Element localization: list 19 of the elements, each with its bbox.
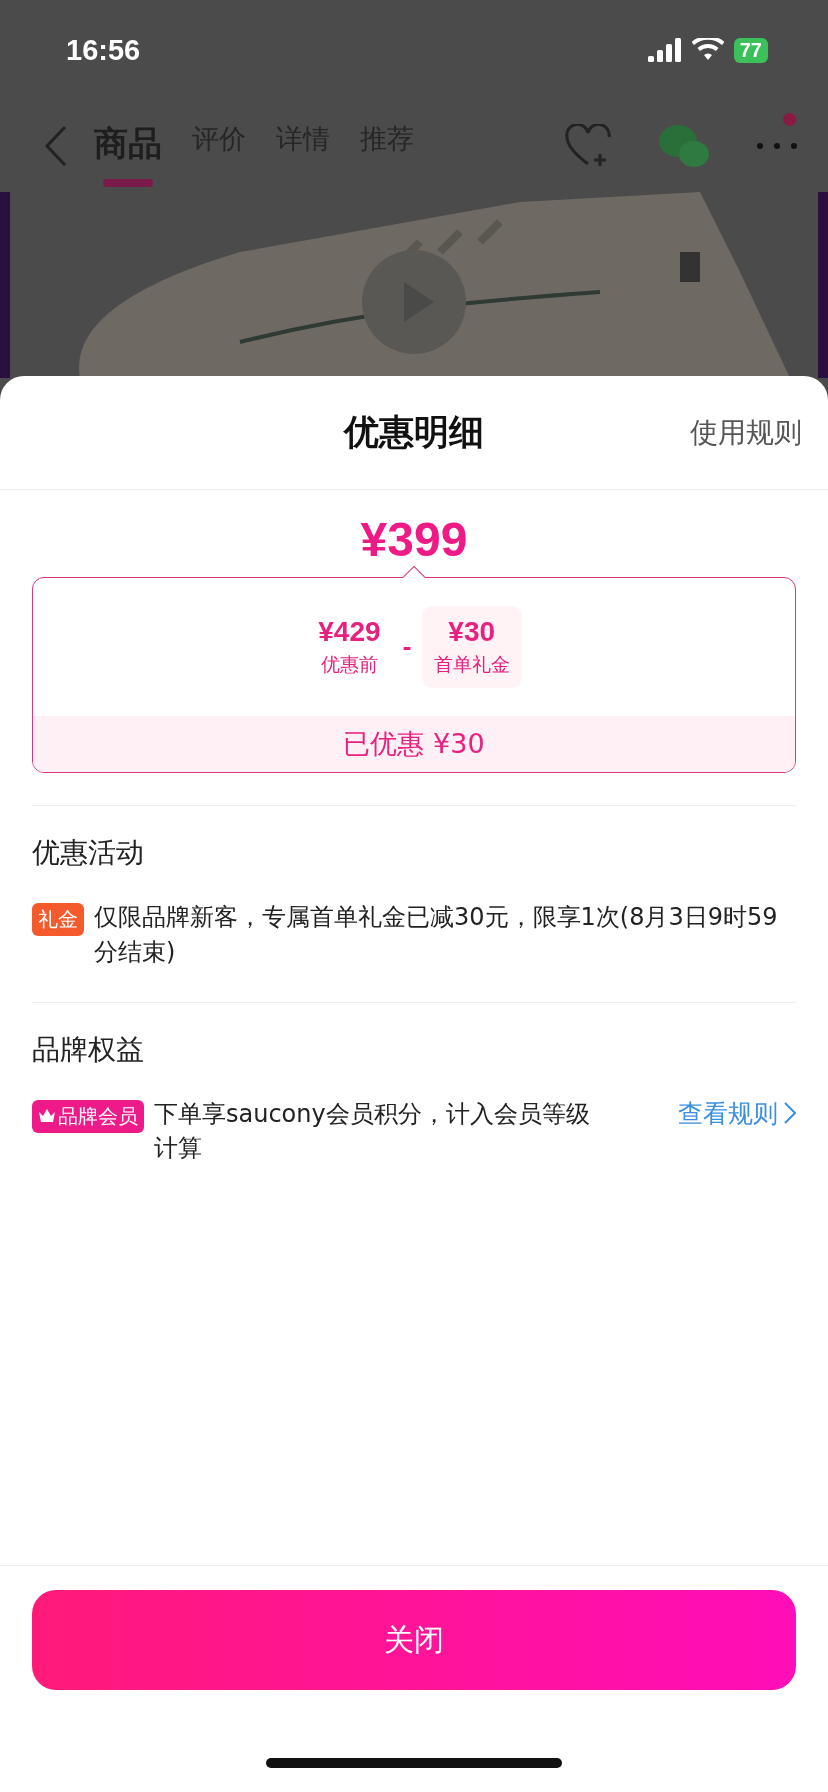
original-price: ¥429 bbox=[318, 616, 381, 648]
close-button[interactable]: 关闭 bbox=[32, 1590, 796, 1690]
minus-sign: - bbox=[402, 634, 412, 660]
sheet-title: 优惠明细 bbox=[344, 411, 484, 454]
saved-amount: 已优惠 ¥30 bbox=[343, 727, 485, 761]
discount-amount: ¥30 bbox=[448, 616, 496, 648]
section-title: 品牌权益 bbox=[32, 1031, 145, 1068]
section-title: 优惠活动 bbox=[32, 835, 145, 871]
status-time: 16:56 bbox=[66, 33, 141, 67]
promo-text: 仅限品牌新客，专属首单礼金已减30元，限享1次(8月3日9时59分结束) bbox=[94, 902, 779, 968]
view-rules-link[interactable]: 查看规则 bbox=[678, 1096, 796, 1130]
discount-label: 首单礼金 bbox=[433, 652, 510, 677]
promo-text: 下单享saucony会员积分，计入会员等级计算 bbox=[154, 1098, 591, 1165]
rules-link[interactable]: 使用规则 bbox=[690, 413, 802, 452]
tag-label: 礼金 bbox=[38, 906, 78, 933]
original-price-label: 优惠前 bbox=[320, 652, 378, 677]
battery-indicator: 77 bbox=[733, 37, 768, 63]
final-price: ¥399 bbox=[360, 513, 468, 566]
tag-label: 品牌会员 bbox=[58, 1102, 138, 1130]
